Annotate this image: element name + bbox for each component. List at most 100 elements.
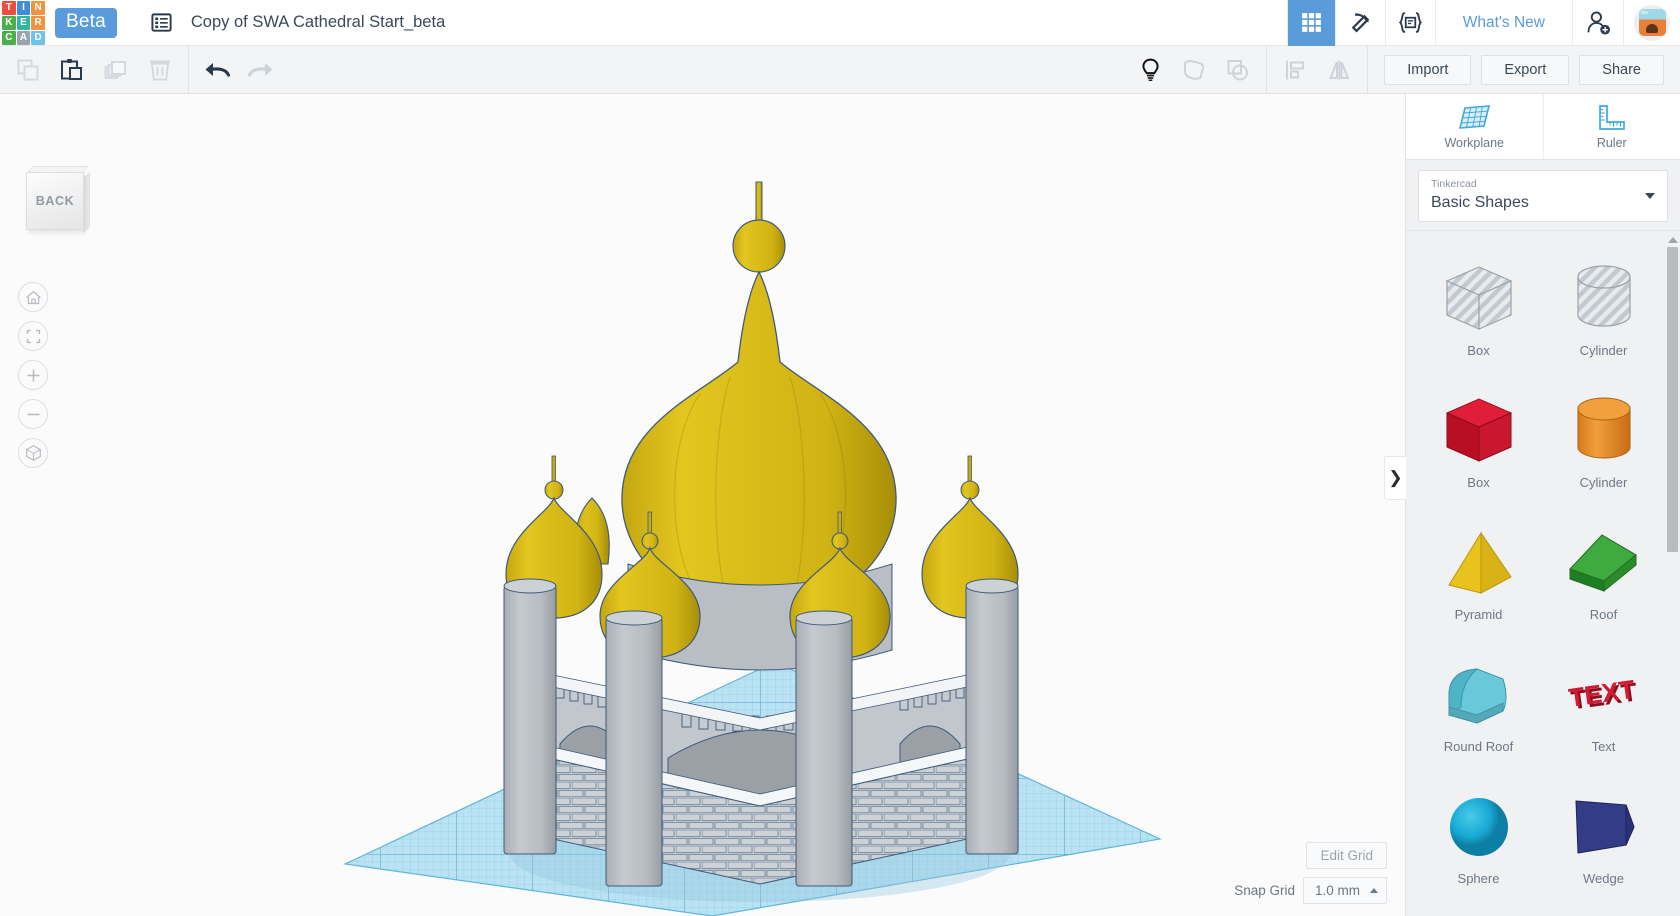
redo-button[interactable] xyxy=(239,46,283,94)
scroll-up-arrow-icon[interactable] xyxy=(1667,237,1678,244)
workplane-grid-icon xyxy=(1459,104,1491,129)
user-avatar-button[interactable] xyxy=(1623,0,1680,46)
workplane-tool[interactable]: Workplane xyxy=(1406,94,1543,159)
show-hints-button[interactable] xyxy=(1128,46,1172,94)
workplane-tool-label: Workplane xyxy=(1444,135,1505,150)
3d-canvas[interactable]: BACK Edit Grid Snap Grid 1.0 mm xyxy=(0,94,1405,916)
shape-thumbnail xyxy=(1437,389,1521,471)
ungroup-button[interactable] xyxy=(1216,46,1260,94)
logo-tile: T xyxy=(2,0,16,15)
shape-item-cylinder-hole[interactable]: Cylinder xyxy=(1541,243,1666,371)
avatar xyxy=(1634,4,1670,41)
edit-toolbar-right: Import Export Share xyxy=(1128,45,1680,94)
cube-perspective-icon xyxy=(25,445,41,461)
person-add-icon xyxy=(1587,11,1610,35)
codeblocks-button[interactable] xyxy=(1384,0,1435,46)
logo-tile: R xyxy=(31,15,45,30)
invite-user-button[interactable] xyxy=(1572,0,1623,46)
shape-thumbnail xyxy=(1437,653,1521,735)
undo-arrow-icon xyxy=(205,62,231,77)
delete-button[interactable] xyxy=(138,46,182,94)
shape-item-text[interactable]: TEXT TEXT Text xyxy=(1541,639,1666,767)
shapes-scrollbar[interactable] xyxy=(1667,237,1678,916)
view-nav-controls xyxy=(4,282,48,477)
shape-item-box-hole[interactable]: Box xyxy=(1416,243,1541,371)
snap-grid-select[interactable]: 1.0 mm xyxy=(1302,877,1387,904)
view-cube-side-face[interactable] xyxy=(83,172,90,233)
whats-new-link[interactable]: What's New xyxy=(1434,0,1572,46)
shape-label: Box xyxy=(1467,475,1490,491)
edit-grid-button[interactable]: Edit Grid xyxy=(1306,842,1387,869)
import-button[interactable]: Import xyxy=(1384,54,1472,85)
shapes-scroll-area[interactable]: Box Cylinder Box Cylinder Pyramid Roof R… xyxy=(1406,230,1680,916)
workplane-and-model xyxy=(342,181,1163,916)
copy-icon xyxy=(17,59,39,80)
column xyxy=(965,578,1019,855)
fit-to-view-button[interactable] xyxy=(18,321,48,351)
chevron-down-icon xyxy=(1645,193,1655,200)
tinkercad-logo[interactable]: T I N K E R C A D xyxy=(0,0,47,46)
beta-badge[interactable]: Beta xyxy=(55,7,117,38)
panel-collapse-button[interactable]: ❯ xyxy=(1384,456,1406,500)
shapes-panel: ❯ Workplane Ruler Tinkercad Basic Shapes… xyxy=(1384,94,1680,916)
zoom-in-button[interactable] xyxy=(18,360,48,390)
shape-thumbnail xyxy=(1562,257,1646,339)
logo-tile: D xyxy=(31,30,45,45)
shape-library-select[interactable]: Tinkercad Basic Shapes xyxy=(1418,170,1668,223)
shape-item-roof[interactable]: Roof xyxy=(1541,507,1666,635)
tinkercad-app: T I N K E R C A D Beta Copy of SWA Cathe… xyxy=(0,0,1680,916)
shape-item-round-roof[interactable]: Round Roof xyxy=(1416,639,1541,767)
undo-button[interactable] xyxy=(195,46,239,94)
mirror-button[interactable] xyxy=(1317,46,1361,94)
project-list-button[interactable] xyxy=(141,0,183,46)
snap-grid-row: Snap Grid 1.0 mm xyxy=(1234,877,1387,904)
export-button[interactable]: Export xyxy=(1481,54,1570,85)
shape-thumbnail xyxy=(1437,257,1521,339)
list-icon xyxy=(151,13,172,32)
code-brackets-icon xyxy=(1398,12,1422,33)
shape-label: Text xyxy=(1591,739,1616,755)
shape-label: Cylinder xyxy=(1579,343,1628,359)
build-tool-button[interactable] xyxy=(1334,0,1385,46)
align-button[interactable] xyxy=(1273,46,1317,94)
toolbar-divider xyxy=(188,45,189,94)
group-button[interactable] xyxy=(1172,46,1216,94)
shape-item-cylinder-solid[interactable]: Cylinder xyxy=(1541,375,1666,503)
shape-thumbnail xyxy=(1562,521,1646,603)
view-cube[interactable]: BACK xyxy=(26,166,90,233)
paste-icon xyxy=(61,58,82,80)
duplicate-button[interactable] xyxy=(94,46,138,94)
apps-grid-button[interactable] xyxy=(1286,0,1335,46)
grid-apps-icon xyxy=(1301,13,1321,32)
column xyxy=(605,610,663,887)
shape-item-box-solid[interactable]: Box xyxy=(1416,375,1541,503)
ortho-perspective-button[interactable] xyxy=(18,438,48,468)
shape-label: Pyramid xyxy=(1454,607,1503,623)
redo-arrow-icon xyxy=(247,62,273,77)
snap-grid-label: Snap Grid xyxy=(1234,883,1295,898)
zoom-out-button[interactable] xyxy=(18,399,48,429)
home-icon xyxy=(25,290,41,304)
scrollbar-thumb[interactable] xyxy=(1667,247,1678,553)
shape-item-wedge[interactable]: Wedge xyxy=(1541,771,1666,899)
mirror-icon xyxy=(1329,60,1350,79)
shape-item-pyramid[interactable]: Pyramid xyxy=(1416,507,1541,635)
document-title[interactable]: Copy of SWA Cathedral Start_beta xyxy=(191,13,445,32)
home-view-button[interactable] xyxy=(18,282,48,312)
top-bar-right-actions: What's New xyxy=(1286,0,1680,46)
snap-grid-value: 1.0 mm xyxy=(1314,883,1360,898)
logo-tile: K xyxy=(2,15,16,30)
shape-thumbnail xyxy=(1437,521,1521,603)
toolbar-divider-3 xyxy=(1367,45,1369,94)
copy-button[interactable] xyxy=(6,46,50,94)
view-cube-front-face[interactable]: BACK xyxy=(26,172,84,230)
column xyxy=(503,578,557,855)
paste-button[interactable] xyxy=(50,46,94,94)
ruler-tool-label: Ruler xyxy=(1596,135,1627,150)
share-button[interactable]: Share xyxy=(1579,54,1664,85)
ruler-tool[interactable]: Ruler xyxy=(1542,94,1680,159)
edit-toolbar: Import Export Share xyxy=(0,45,1680,94)
shape-label: Wedge xyxy=(1583,871,1624,887)
logo-tile: E xyxy=(16,15,31,30)
shape-item-sphere[interactable]: Sphere xyxy=(1416,771,1541,899)
